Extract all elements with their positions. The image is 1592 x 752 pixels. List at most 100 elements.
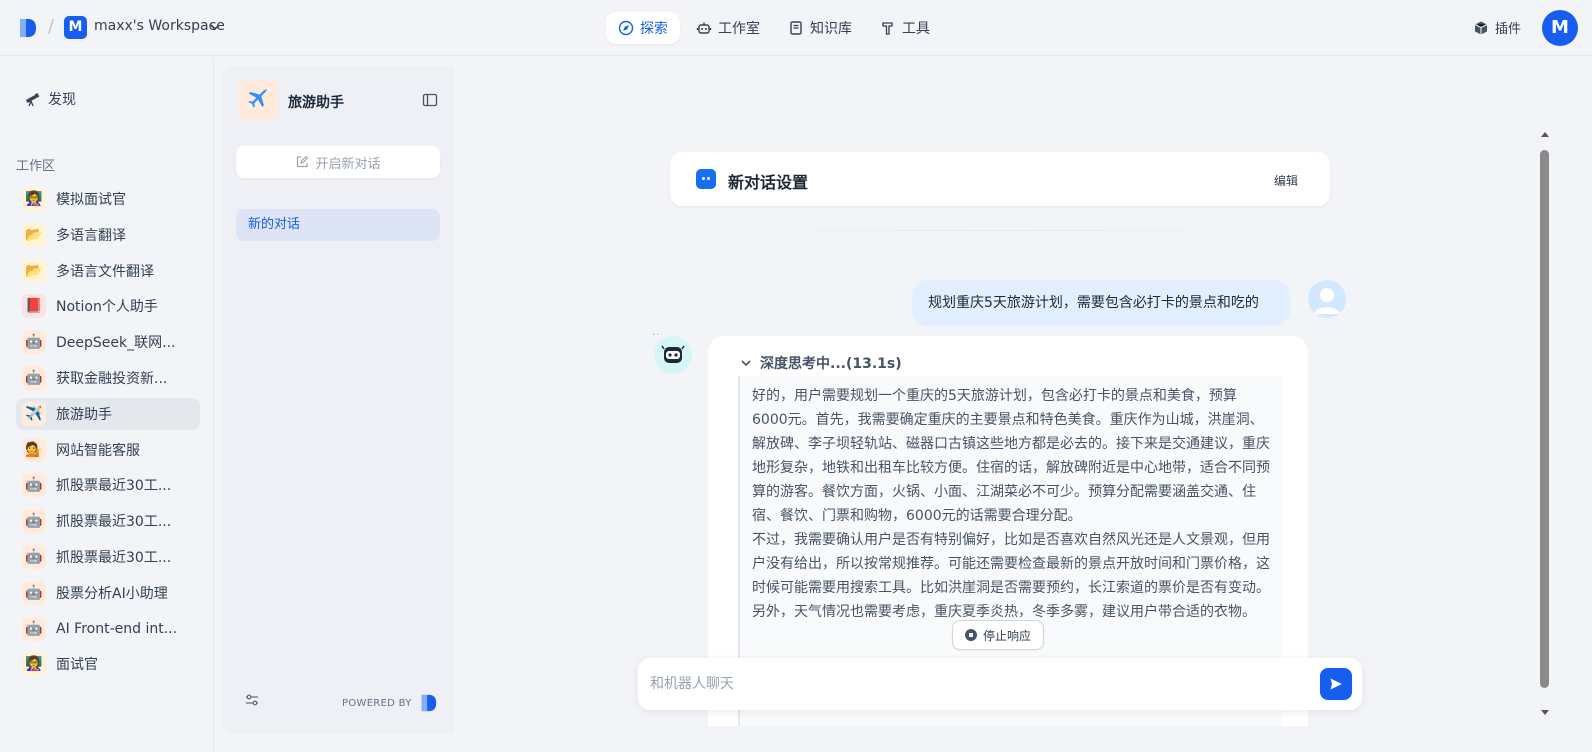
discover-label: 发现	[48, 92, 76, 108]
dify-logo[interactable]	[18, 17, 38, 39]
nav-explore-label: 探索	[640, 21, 668, 37]
app-list: 👩‍🏫 模拟面试官 📂 多语言翻译 📂 多语言文件翻译 📕 Notion个人助手…	[16, 183, 200, 684]
sidebar-app-item[interactable]: 📂 多语言翻译	[16, 219, 200, 251]
sidebar-app-item[interactable]: 🤖 抓股票最近30工...	[16, 469, 200, 501]
cube-icon	[1474, 21, 1488, 34]
airplane-icon	[238, 80, 278, 120]
edit-button[interactable]: 编辑	[1274, 172, 1298, 189]
chat-header	[462, 72, 1578, 130]
send-button[interactable]	[1320, 668, 1352, 700]
sidebar-app-label: 模拟面试官	[56, 192, 126, 208]
sidebar-app-item[interactable]: 🤖 股票分析AI小助理	[16, 577, 200, 609]
plugins-label: 插件	[1495, 22, 1522, 37]
new-chat-button[interactable]: 开启新对话	[236, 146, 440, 178]
sidebar-app-item[interactable]: 🤖 抓股票最近30工...	[16, 505, 200, 537]
workspace-avatar[interactable]: M	[64, 16, 87, 39]
thinking-paragraph: 好的，用户需要规划一个重庆的5天旅游计划，包含必打卡的景点和美食，预算6000元…	[752, 388, 1270, 524]
sidebar-app-item[interactable]: 📂 多语言文件翻译	[16, 255, 200, 287]
main-nav: 探索 工作室 知识库 工具	[606, 12, 942, 44]
left-sidebar: 发现 工作区 👩‍🏫 模拟面试官 📂 多语言翻译 📂 多语言文件翻译 📕 Not…	[0, 57, 214, 752]
sidebar-app-item[interactable]: 💁 网站智能客服	[16, 434, 200, 466]
sidebar-app-item[interactable]: 🤖 DeepSeek_联网...	[16, 326, 200, 358]
stop-response-button[interactable]: 停止响应	[952, 620, 1045, 650]
scroll-up-arrow[interactable]	[1541, 132, 1549, 137]
nav-explore[interactable]: 探索	[606, 12, 680, 44]
user-avatar[interactable]: M	[1542, 10, 1578, 46]
sidebar-app-item[interactable]: 🤖 AI Front-end int...	[16, 613, 200, 645]
thinking-label: 深度思考中...(13.1s)	[760, 356, 902, 372]
chat-input[interactable]	[650, 672, 1290, 696]
sidebar-app-label: 抓股票最近30工...	[56, 478, 172, 495]
compass-icon	[618, 20, 634, 36]
sidebar-app-item[interactable]: 👩‍🏫 面试官	[16, 648, 200, 680]
sidebar-app-item-active[interactable]: ✈️ 旅游助手	[16, 397, 200, 430]
sidebar-app-label: 股票分析AI小助理	[56, 585, 168, 602]
nav-tools[interactable]: 工具	[868, 12, 942, 44]
sidebar-app-label: DeepSeek_联网...	[56, 335, 176, 352]
bot-face-icon	[661, 345, 685, 363]
dify-logo	[421, 694, 436, 712]
sliders-icon[interactable]	[244, 692, 260, 708]
scrollbar-thumb[interactable]	[1540, 150, 1549, 688]
thinking-paragraph: 不过，我需要确认用户是否有特别偏好，比如是否喜欢自然风光还是人文景观，但用户没有…	[752, 532, 1270, 620]
settings-title: 新对话设置	[728, 173, 809, 192]
sidebar-app-item[interactable]: 👩‍🏫 模拟面试官	[16, 183, 200, 215]
nav-knowledge[interactable]: 知识库	[776, 12, 864, 44]
sidebar-app-label: AI Front-end int...	[56, 620, 178, 637]
workspace-name[interactable]: maxx's Workspace	[94, 18, 225, 34]
sidebar-app-item[interactable]: 📕 Notion个人助手	[16, 290, 200, 322]
hammer-icon	[882, 22, 893, 35]
plugins-button[interactable]: 插件	[1473, 18, 1521, 37]
sidebar-collapse-icon[interactable]	[422, 92, 438, 108]
chevron-down-icon[interactable]	[210, 22, 220, 32]
sidebar-app-label: 面试官	[56, 657, 98, 674]
bot-name: 旅游助手	[288, 95, 344, 111]
user-message: 规划重庆5天旅游计划，需要包含必打卡的景点和吃的	[912, 280, 1290, 326]
bot-avatar	[654, 336, 692, 374]
notebook-icon: 📕	[22, 294, 46, 319]
conversation-settings-card: 新对话设置 编辑	[670, 152, 1330, 206]
sidebar-app-item[interactable]: 🤖 抓股票最近30工...	[16, 541, 200, 573]
bot-face-icon: 🤖	[22, 580, 46, 605]
sidebar-app-label: Notion个人助手	[56, 299, 158, 316]
powered-by: POWERED BY	[342, 693, 438, 713]
person-icon	[1314, 288, 1340, 314]
bot-face-icon: 🤖	[22, 473, 46, 498]
folder-icon: 📂	[22, 222, 46, 247]
teacher-icon: 👩‍🏫	[22, 652, 46, 677]
nav-knowledge-label: 知识库	[810, 21, 852, 37]
breadcrumb-separator: /	[48, 16, 55, 37]
nav-studio-label: 工作室	[718, 21, 760, 37]
send-icon	[1330, 678, 1342, 690]
sidebar-app-label: 获取金融投资新...	[56, 370, 168, 387]
folder-icon: 📂	[22, 258, 46, 283]
stop-icon	[965, 629, 977, 641]
conversation-panel: 旅游助手 开启新对话 新的对话 POWERED BY	[222, 66, 454, 734]
scrollbar[interactable]	[1538, 130, 1552, 720]
scroll-down-arrow[interactable]	[1541, 710, 1549, 715]
chat-area: 新对话设置 编辑 规划重庆5天旅游计划，需要包含必打卡的景点和吃的 ·· 深度思…	[462, 72, 1578, 726]
teacher-icon: 👩‍🏫	[22, 187, 46, 211]
airplane-icon: ✈️	[22, 401, 46, 426]
divider	[700, 230, 1300, 231]
chat-bubble-icon	[696, 169, 716, 189]
book-icon	[790, 21, 802, 35]
more-dots-icon: ··	[652, 330, 661, 341]
sidebar-app-label: 抓股票最近30工...	[56, 549, 172, 566]
sidebar-app-item[interactable]: 🤖 获取金融投资新...	[16, 362, 200, 394]
nav-studio[interactable]: 工作室	[684, 12, 772, 44]
chat-input-box	[638, 658, 1362, 710]
new-chat-label: 开启新对话	[315, 156, 381, 172]
chevron-down-icon	[741, 360, 751, 367]
thinking-toggle[interactable]: 深度思考中...(13.1s)	[740, 353, 902, 373]
bot-face-icon: 🤖	[22, 616, 46, 641]
workspace-section-label: 工作区	[16, 159, 56, 174]
robot-icon	[696, 22, 712, 34]
airplane-glyph	[248, 89, 268, 108]
discover-link[interactable]: 发现	[24, 89, 76, 109]
conversation-item[interactable]: 新的对话	[236, 209, 440, 241]
sidebar-app-label: 网站智能客服	[56, 442, 140, 459]
bot-face-icon: 🤖	[22, 544, 46, 569]
support-agent-icon: 💁	[22, 437, 46, 462]
sidebar-app-label: 多语言文件翻译	[56, 263, 154, 280]
